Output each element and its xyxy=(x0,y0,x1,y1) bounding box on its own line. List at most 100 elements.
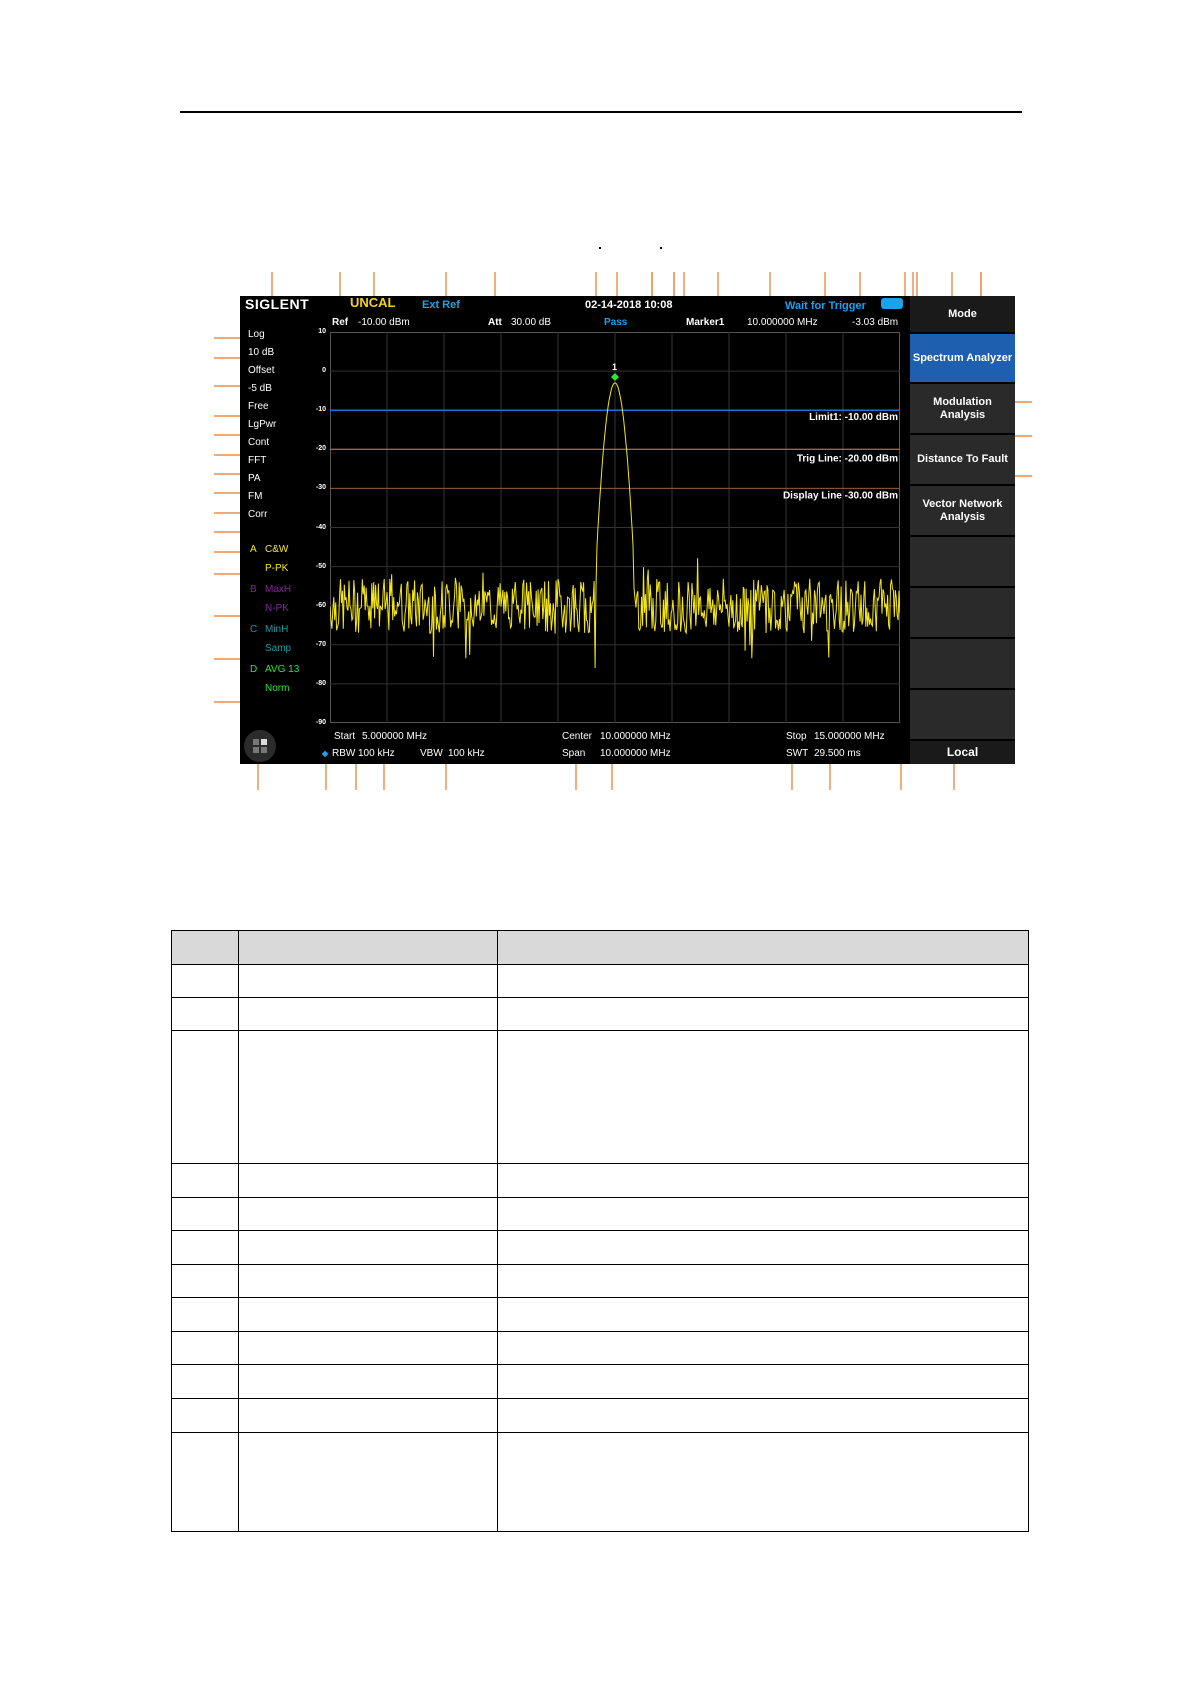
mode-softkey-header[interactable]: Mode xyxy=(910,296,1015,332)
table-row xyxy=(171,1230,1029,1265)
swt-label: SWT xyxy=(786,748,809,759)
left-status-item: Free xyxy=(248,401,269,412)
trace-detector: Samp xyxy=(265,643,292,654)
marker-label: Marker1 xyxy=(686,317,725,328)
grid-icon xyxy=(253,739,267,753)
trace-letter: B xyxy=(250,584,257,595)
trace-detector: N-PK xyxy=(265,603,289,614)
ref-value: -10.00 dBm xyxy=(358,317,410,328)
distance-to-fault-softkey[interactable]: Distance To Fault xyxy=(910,435,1015,484)
table-header-cell xyxy=(171,930,239,965)
left-status-item: Offset xyxy=(248,365,275,376)
marker-freq: 10.000000 MHz xyxy=(747,317,818,328)
table-row xyxy=(171,1030,1029,1164)
trace-letter: D xyxy=(250,664,258,675)
left-status-item: PA xyxy=(248,473,261,484)
trace-detector: P-PK xyxy=(265,563,289,574)
spectrum-plot-svg: 1 Limit1: -10.00 dBm Trig Line: -20.00 dBm… xyxy=(330,332,900,723)
pass-indicator: Pass xyxy=(604,317,628,328)
y-tick-label: -40 xyxy=(315,523,326,531)
y-tick-label: -30 xyxy=(315,484,326,492)
local-softkey[interactable]: Local xyxy=(910,741,1015,764)
spectrum-analyzer-softkey[interactable]: Spectrum Analyzer xyxy=(910,334,1015,382)
trigger-status: Wait for Trigger xyxy=(785,300,866,312)
vbw-label: VBW xyxy=(420,748,443,759)
y-tick-label: -80 xyxy=(315,679,326,687)
table-row xyxy=(171,1197,1029,1231)
left-status-item: Log xyxy=(248,329,265,340)
app-grid-button[interactable] xyxy=(244,730,276,762)
span-label: Span xyxy=(562,748,586,759)
table-row xyxy=(171,964,1029,998)
table-row xyxy=(171,1331,1029,1365)
start-label: Start xyxy=(334,731,356,742)
table-row xyxy=(171,1163,1029,1198)
left-status-item: LgPwr xyxy=(248,419,277,430)
start-value: 5.000000 MHz xyxy=(362,731,428,742)
y-tick-label: -60 xyxy=(315,601,326,609)
y-tick-label: 0 xyxy=(322,367,326,375)
rbw-label: RBW xyxy=(332,748,356,759)
siglent-logo: SIGLENT xyxy=(245,296,310,312)
trace-mode: C&W xyxy=(265,544,289,555)
table-row xyxy=(171,997,1029,1031)
table-header-cell xyxy=(238,930,498,965)
trigger-line-label: Trig Line: -20.00 dBm xyxy=(797,453,898,464)
trace-letter: A xyxy=(250,544,257,555)
uncal-indicator: UNCAL xyxy=(350,296,396,310)
y-tick-label: -70 xyxy=(315,640,326,648)
spectrum-plot: 1 Limit1: -10.00 dBm Trig Line: -20.00 dBm… xyxy=(330,332,900,723)
softkey-panel: Mode Spectrum Analyzer Modulation Analys… xyxy=(908,296,1015,764)
stop-label: Stop xyxy=(786,731,807,742)
att-label: Att xyxy=(488,317,502,328)
table-row xyxy=(171,1297,1029,1332)
datetime: 02-14-2018 10:08 xyxy=(585,299,673,311)
left-status-item: Cont xyxy=(248,437,270,448)
table-row xyxy=(171,1364,1029,1399)
vbw-value: 100 kHz xyxy=(448,748,485,759)
vector-network-analysis-softkey[interactable]: Vector Network Analysis xyxy=(910,486,1015,535)
y-tick-label: 10 xyxy=(318,328,326,335)
limit-line-label: Limit1: -10.00 dBm xyxy=(809,412,898,423)
center-value: 10.000000 MHz xyxy=(600,731,671,742)
trace-mode: AVG 13 xyxy=(265,664,300,675)
stop-value: 15.000000 MHz xyxy=(814,731,885,742)
y-tick-label: -90 xyxy=(315,719,326,726)
empty-softkey[interactable] xyxy=(910,537,1015,586)
marker-level: -3.03 dBm xyxy=(852,317,899,328)
center-label: Center xyxy=(562,731,593,742)
modulation-analysis-softkey[interactable]: Modulation Analysis xyxy=(910,384,1015,433)
left-status-item: Corr xyxy=(248,509,268,520)
swt-value: 29.500 ms xyxy=(814,748,861,759)
usb-icon xyxy=(881,298,903,309)
left-status-item: FM xyxy=(248,491,263,502)
rbw-value: 100 kHz xyxy=(358,748,395,759)
trace-mode: MinH xyxy=(265,624,289,635)
left-status-item: 10 dB xyxy=(248,347,275,358)
att-value: 30.00 dB xyxy=(511,317,552,328)
table-row xyxy=(171,1264,1029,1298)
analyzer-screen: SIGLENT UNCAL Ext Ref 02-14-2018 10:08 W… xyxy=(240,296,1015,764)
left-status-item: FFT xyxy=(248,455,267,466)
empty-softkey[interactable] xyxy=(910,588,1015,637)
y-tick-label: -20 xyxy=(315,445,326,453)
table-row xyxy=(171,1398,1029,1433)
trace-detector: Norm xyxy=(265,683,290,694)
empty-softkey[interactable] xyxy=(910,639,1015,688)
y-tick-label: -10 xyxy=(315,406,326,414)
marker-diamond xyxy=(611,372,619,381)
rbw-marker-icon: ◆ xyxy=(322,749,329,758)
y-tick-label: -50 xyxy=(315,562,326,570)
table-row xyxy=(171,1432,1029,1532)
empty-softkey[interactable] xyxy=(910,690,1015,739)
marker-number: 1 xyxy=(612,362,617,372)
trace-mode: MaxH xyxy=(265,584,292,595)
left-status-item: -5 dB xyxy=(248,383,272,394)
reference-table xyxy=(171,930,1029,1532)
table-header-cell xyxy=(497,930,1029,965)
span-value: 10.000000 MHz xyxy=(600,748,671,759)
ext-ref-indicator: Ext Ref xyxy=(422,299,460,311)
ref-label: Ref xyxy=(332,317,349,328)
display-line-label: Display Line -30.00 dBm xyxy=(783,490,898,501)
trace-letter: C xyxy=(250,624,258,635)
